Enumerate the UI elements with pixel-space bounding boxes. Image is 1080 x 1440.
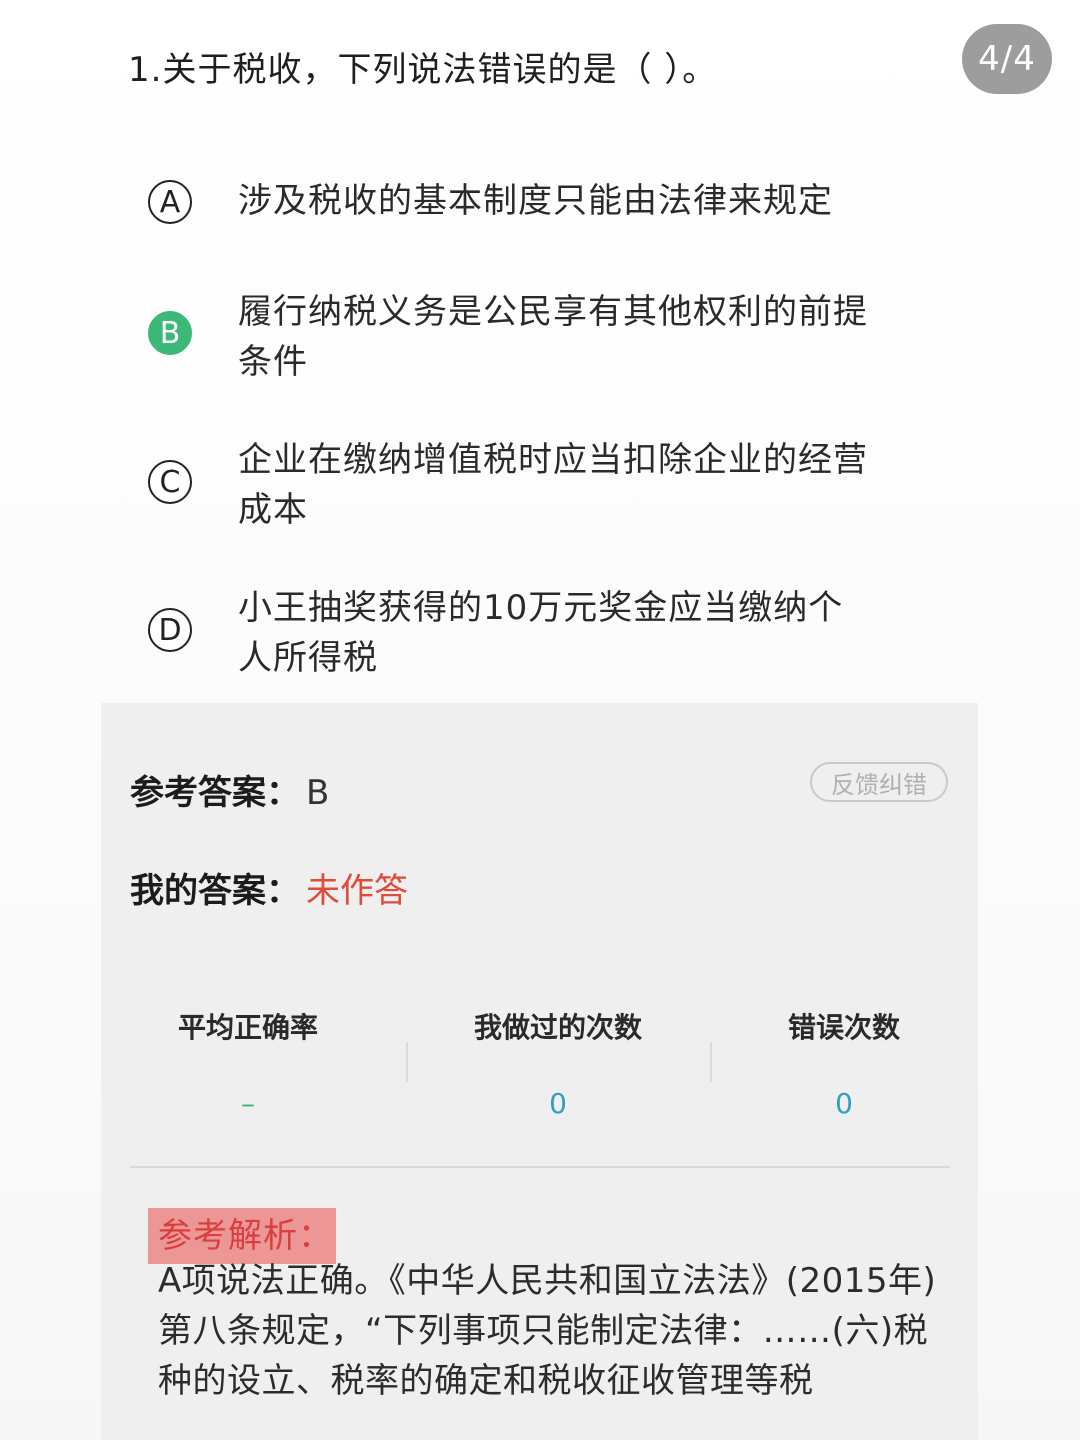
my-answer: 我的答案： 未作答 [130,868,408,914]
reference-answer-label: 参考答案： [130,773,300,813]
stat-times-done-title: 我做过的次数 [473,1011,642,1044]
option-b-text: 履行纳税义务是公民享有其他权利的前提条件 [238,292,868,382]
reference-answer-value: B [306,773,330,813]
stat-error-count-value: 0 [835,1087,853,1120]
my-answer-label: 我的答案： [130,871,300,911]
stat-average-accuracy: 平均正确率 – [128,1008,368,1124]
analysis-text: A项说法正确。《中华人民共和国立法法》(2015年)第八条规定，“下列事项只能制… [158,1261,937,1401]
option-b-correct-letter-icon: B [148,311,192,355]
feedback-button[interactable]: 反馈纠错 [810,762,948,802]
option-a-letter-icon: A [148,180,192,224]
stat-times-done-value: 0 [549,1087,567,1120]
option-c-letter-icon: C [148,460,192,504]
stat-average-accuracy-title: 平均正确率 [177,1011,318,1044]
option-d-text: 小王抽奖获得的10万元奖金应当缴纳个人所得税 [238,588,844,678]
option-d-letter-icon: D [148,608,192,652]
stat-divider [406,1042,408,1082]
reference-answer: 参考答案： B [130,770,329,816]
stat-error-count-title: 错误次数 [787,1011,900,1044]
stat-average-accuracy-value: – [241,1087,255,1120]
page-indicator-badge[interactable]: 4/4 [962,24,1052,94]
stat-divider [710,1042,712,1082]
stat-error-count: 错误次数 0 [724,1008,964,1124]
my-answer-value: 未作答 [306,871,408,911]
section-divider [130,1166,950,1168]
question-text: 1.关于税收，下列说法错误的是（ ）。 [128,50,718,90]
option-a-text: 涉及税收的基本制度只能由法律来规定 [238,181,833,221]
stat-times-done: 我做过的次数 0 [438,1008,678,1124]
option-c-text: 企业在缴纳增值税时应当扣除企业的经营成本 [238,440,868,530]
